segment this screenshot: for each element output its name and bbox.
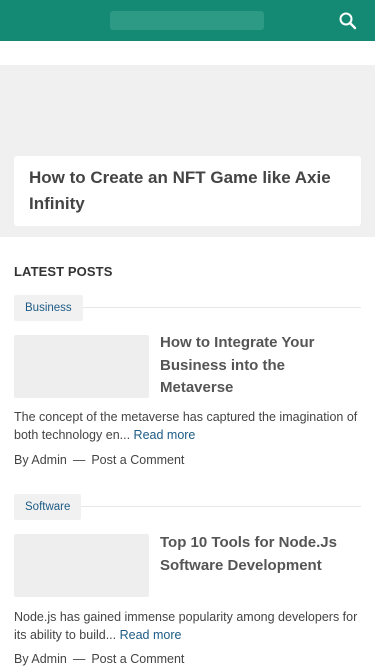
post-meta: By Admin — Post a Comment xyxy=(14,453,184,467)
top-app-bar xyxy=(0,0,375,41)
meta-separator: — xyxy=(72,652,86,666)
read-more-link[interactable]: Read more xyxy=(134,428,196,442)
post-meta: By Admin — Post a Comment xyxy=(14,652,184,666)
post-title[interactable]: Top 10 Tools for Node.Js Software Develo… xyxy=(160,532,360,577)
post-title[interactable]: How to Integrate Your Business into the … xyxy=(160,332,360,400)
post-thumbnail[interactable] xyxy=(14,534,149,597)
post-comment-link[interactable]: Post a Comment xyxy=(91,453,184,467)
search-button[interactable] xyxy=(336,9,360,33)
post-excerpt: Node.js has gained immense popularity am… xyxy=(14,608,364,644)
meta-separator: — xyxy=(72,453,86,467)
post-category-row: Software xyxy=(14,494,361,520)
category-tag[interactable]: Business xyxy=(14,295,83,321)
post-comment-link[interactable]: Post a Comment xyxy=(91,652,184,666)
post-category-row: Business xyxy=(14,295,361,321)
post-excerpt-text: Node.js has gained immense popularity am… xyxy=(14,610,358,642)
search-icon xyxy=(339,12,357,30)
post-author[interactable]: By Admin xyxy=(14,453,67,467)
category-tag[interactable]: Software xyxy=(14,494,82,520)
post-excerpt: The concept of the metaverse has capture… xyxy=(14,408,364,444)
latest-posts-heading: LATEST POSTS xyxy=(14,264,113,279)
featured-post[interactable]: How to Create an NFT Game like Axie Infi… xyxy=(0,65,375,237)
read-more-link[interactable]: Read more xyxy=(120,628,182,642)
featured-post-title[interactable]: How to Create an NFT Game like Axie Infi… xyxy=(29,165,346,217)
featured-post-card[interactable]: How to Create an NFT Game like Axie Infi… xyxy=(14,156,361,226)
post-author[interactable]: By Admin xyxy=(14,652,67,666)
site-logo[interactable] xyxy=(110,11,264,30)
post-thumbnail[interactable] xyxy=(14,335,149,398)
